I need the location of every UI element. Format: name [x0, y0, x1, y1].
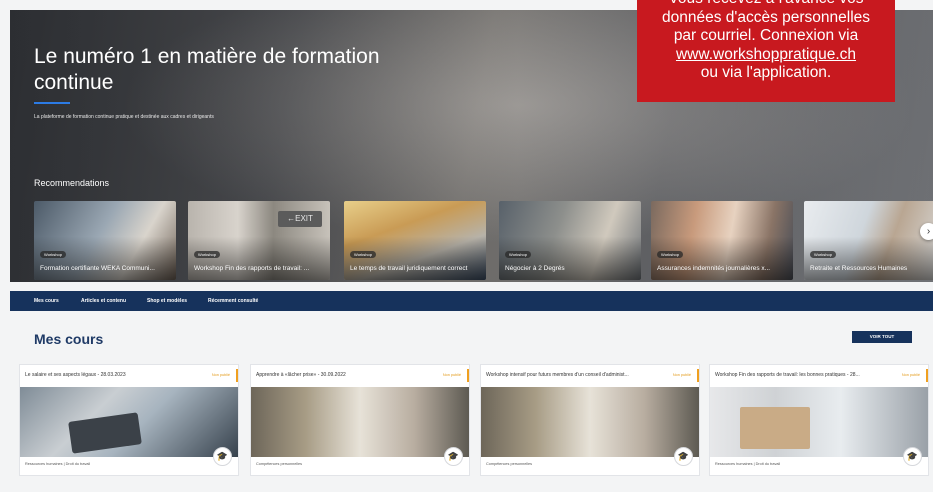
card-badge: Workshop — [810, 251, 836, 258]
status-marker — [697, 369, 699, 382]
app-screen: Le numéro 1 en matière de formation cont… — [0, 0, 933, 492]
recommendations-heading: Recommendations — [34, 178, 110, 188]
nav-item-mes-cours[interactable]: Mes cours — [34, 291, 59, 311]
course-title: Workshop intensif pour futurs membres d'… — [486, 372, 629, 378]
nav-item-articles[interactable]: Articles et contenu — [81, 291, 126, 311]
card-label: Formation certifiante WEKA Communi... — [40, 265, 155, 272]
promo-line: données d'accès personnelles — [661, 8, 871, 26]
recommendation-card[interactable]: Workshop Assurances indemnités journaliè… — [651, 201, 793, 280]
recommendation-card[interactable]: Workshop Formation certifiante WEKA Comm… — [34, 201, 176, 280]
status-badge: Non publié — [901, 373, 920, 377]
course-card[interactable]: Workshop Fin des rapports de travail: le… — [709, 364, 929, 476]
hero-title: Le numéro 1 en matière de formation cont… — [34, 45, 380, 94]
hat-icon: 🎓 — [444, 447, 463, 466]
hat-icon: 🎓 — [903, 447, 922, 466]
hat-icon: 🎓 — [674, 447, 693, 466]
nav-item-shop[interactable]: Shop et modèles — [147, 291, 187, 311]
course-title: Le salaire et ses aspects légaux - 28.03… — [25, 372, 126, 378]
promo-link[interactable]: www.workshoppratique.ch — [637, 46, 895, 65]
recommendation-card[interactable]: Workshop Négocier à 2 Degrés — [499, 201, 641, 280]
course-card[interactable]: Le salaire et ses aspects légaux - 28.03… — [19, 364, 239, 476]
course-photo — [20, 387, 238, 457]
card-label: Retraite et Ressources Humaines — [810, 265, 908, 272]
nav-item-recent[interactable]: Récemment consulté — [208, 291, 258, 311]
status-marker — [926, 369, 928, 382]
card-badge: Workshop — [657, 251, 683, 258]
chevron-right-icon[interactable]: › — [920, 223, 933, 240]
card-badge: Workshop — [505, 251, 531, 258]
recommendation-card[interactable]: Workshop Retraite et Ressources Humaines — [804, 201, 933, 280]
hero-accent-rule — [34, 102, 70, 104]
promo-line: ou via l'application. — [700, 64, 832, 81]
status-badge: Non publié — [442, 373, 461, 377]
section-nav: Mes cours Articles et contenu Shop et mo… — [10, 291, 933, 311]
course-card[interactable]: Apprendre à «lâcher prise» - 30.09.2022 … — [250, 364, 470, 476]
course-category: Compétences personnelles — [486, 462, 533, 466]
course-category: Ressources humaines | Droit du travail — [25, 462, 91, 466]
card-label: Le temps de travail juridiquement correc… — [350, 265, 468, 272]
card-label: Assurances indemnités journalières x... — [657, 265, 771, 272]
recommendation-card[interactable]: ←EXIT Workshop Workshop Fin des rapports… — [188, 201, 330, 280]
hero-subtitle: La plateforme de formation continue prat… — [34, 114, 214, 120]
course-title: Workshop Fin des rapports de travail: le… — [715, 372, 860, 378]
card-label: Négocier à 2 Degrés — [505, 265, 565, 272]
status-marker — [467, 369, 469, 382]
calculator-icon — [68, 412, 142, 454]
course-photo — [481, 387, 699, 457]
hat-icon: 🎓 — [213, 447, 232, 466]
promo-line: Vous recevez à l'avance vos — [637, 0, 895, 9]
mes-cours-title: Mes cours — [34, 331, 104, 347]
promo-line: par courriel. Connexion via — [673, 27, 859, 44]
card-label: Workshop Fin des rapports de travail: ..… — [194, 265, 310, 272]
status-marker — [236, 369, 238, 382]
box-icon — [740, 407, 810, 449]
course-photo — [710, 387, 928, 457]
course-photo — [251, 387, 469, 457]
recommendations-carousel: Workshop Formation certifiante WEKA Comm… — [34, 201, 933, 280]
course-card[interactable]: Workshop intensif pour futurs membres d'… — [480, 364, 700, 476]
promo-box: Vous recevez à l'avance vos données d'ac… — [637, 0, 895, 102]
recommendation-card[interactable]: Workshop Le temps de travail juridiqueme… — [344, 201, 486, 280]
course-category: Compétences personnelles — [256, 462, 303, 466]
status-badge: Non publié — [211, 373, 230, 377]
card-badge: Workshop — [350, 251, 376, 258]
card-badge: Workshop — [194, 251, 220, 258]
card-badge: Workshop — [40, 251, 66, 258]
status-badge: Non publié — [672, 373, 691, 377]
voir-tout-button[interactable]: VOIR TOUT — [852, 331, 912, 343]
course-category: Ressources humaines | Droit du travail — [715, 462, 781, 466]
course-title: Apprendre à «lâcher prise» - 30.09.2022 — [256, 372, 346, 378]
